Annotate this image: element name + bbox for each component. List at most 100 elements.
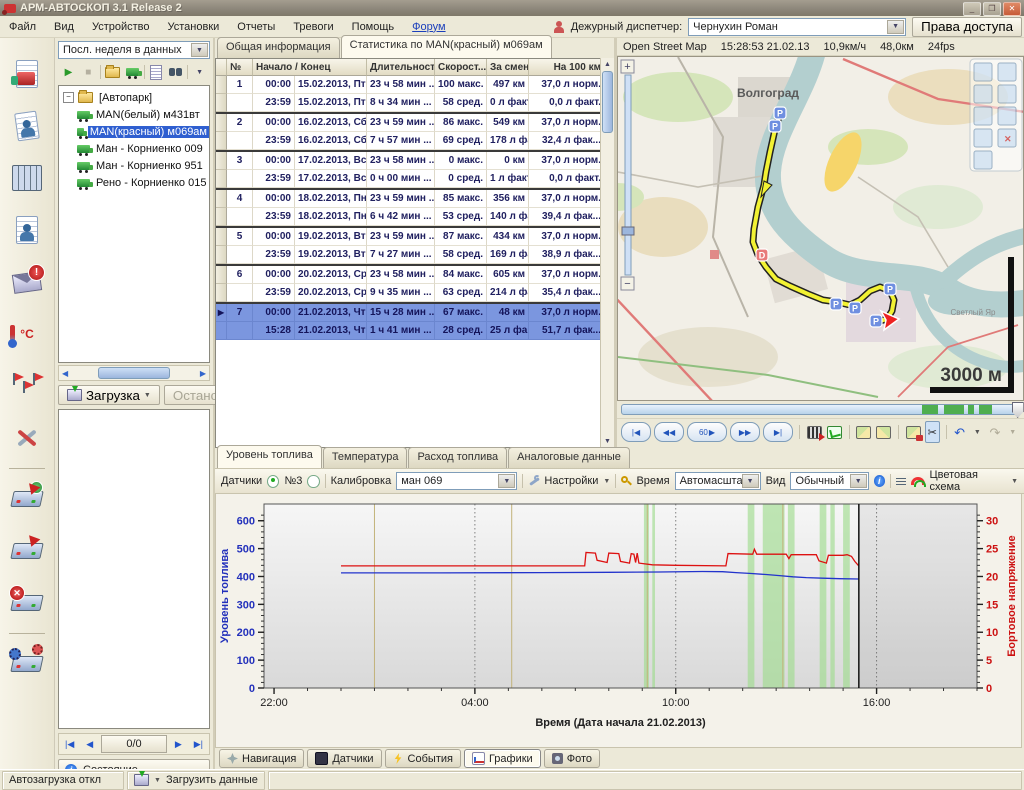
load-data-button[interactable]: ▼ Загрузить данные bbox=[127, 771, 265, 790]
tree-horizontal-scrollbar[interactable]: ◀ ▶ bbox=[58, 365, 210, 381]
menu-item-0[interactable]: Файл bbox=[0, 18, 45, 36]
column-header-3[interactable]: Скорост... bbox=[435, 59, 487, 76]
sensor-other-radio[interactable] bbox=[307, 475, 319, 488]
table-row[interactable]: 23:5920.02.2013, Ср9 ч 35 мин ...63 сред… bbox=[216, 284, 613, 302]
calibration-select[interactable]: ман 069 ▼ bbox=[396, 472, 517, 490]
parking-marker[interactable]: P bbox=[769, 120, 781, 132]
vehicle-report-icon[interactable] bbox=[7, 54, 47, 94]
map-canvas[interactable]: Волгоград Светлый Яр PPDPPPP 3000 м + − bbox=[617, 56, 1024, 401]
legend-icon[interactable] bbox=[896, 476, 906, 487]
vehicle-icon[interactable] bbox=[124, 63, 141, 81]
graph-tab-1[interactable]: Температура bbox=[323, 447, 408, 468]
load-button[interactable]: Загрузка ▼ bbox=[58, 385, 160, 405]
detail-tab-events[interactable]: События bbox=[385, 749, 461, 768]
waypoints-icon[interactable] bbox=[7, 366, 47, 406]
detail-tab-photo[interactable]: Фото bbox=[544, 749, 600, 768]
temperature-icon[interactable]: °C bbox=[7, 314, 47, 354]
device-settings-icon[interactable] bbox=[7, 644, 47, 684]
table-row[interactable]: 23:5918.02.2013, Пн6 ч 42 мин ...53 сред… bbox=[216, 208, 613, 226]
graph-tab-2[interactable]: Расход топлива bbox=[408, 447, 507, 468]
access-rights-button[interactable]: Права доступа bbox=[912, 17, 1022, 37]
track-first-button[interactable]: |◀ bbox=[621, 422, 651, 442]
next-page-icon[interactable]: ▶ bbox=[169, 739, 188, 750]
table-row[interactable]: 23:5919.02.2013, Вт7 ч 27 мин ...58 сред… bbox=[216, 246, 613, 264]
minimize-button[interactable]: _ bbox=[963, 2, 981, 16]
undo-menu-icon[interactable]: ▼ bbox=[970, 421, 985, 443]
cut-track-icon[interactable]: ✂ bbox=[925, 421, 940, 443]
table-row[interactable]: 200:0016.02.2013, Сб23 ч 59 мин ...86 ма… bbox=[216, 114, 613, 132]
alarm-messages-icon[interactable]: ! bbox=[7, 262, 47, 302]
play-icon[interactable]: ▶ bbox=[60, 63, 77, 81]
map-tool-palette[interactable]: ✕ bbox=[970, 59, 1022, 171]
menu-item-6[interactable]: Помощь bbox=[343, 18, 404, 36]
scroll-right-icon[interactable]: ▶ bbox=[197, 369, 209, 378]
settings-button[interactable]: Настройки bbox=[544, 475, 598, 487]
menu-item-3[interactable]: Установки bbox=[159, 18, 229, 36]
column-header-4[interactable]: За смену bbox=[487, 59, 529, 76]
download-device-icon[interactable] bbox=[7, 531, 47, 571]
collapse-icon[interactable]: − bbox=[63, 92, 74, 103]
playback-speed-button[interactable]: 60▶ bbox=[687, 422, 727, 442]
detail-tab-sensors[interactable]: Датчики bbox=[307, 749, 381, 768]
menu-item-2[interactable]: Устройство bbox=[83, 18, 159, 36]
table-row[interactable]: 15:2821.02.2013, Чт1 ч 41 мин ...28 сред… bbox=[216, 322, 613, 340]
table-row[interactable]: 100:0015.02.2013, Пт23 ч 58 мин ...100 м… bbox=[216, 76, 613, 94]
tree-root[interactable]: −[Автопарк] bbox=[63, 89, 209, 106]
save-map-icon[interactable] bbox=[905, 421, 922, 443]
zoom-icon[interactable] bbox=[621, 476, 631, 487]
tree-item-3[interactable]: Ман - Корниенко 951 bbox=[77, 157, 209, 174]
open-folder-icon[interactable] bbox=[104, 63, 121, 81]
last-page-icon[interactable]: ▶| bbox=[188, 739, 209, 750]
menu-item-1[interactable]: Вид bbox=[45, 18, 83, 36]
fuel-level-chart[interactable]: 22:0004:0010:0016:0001002003004005006000… bbox=[215, 494, 1022, 748]
zoom-out-icon[interactable]: − bbox=[624, 278, 630, 290]
undo-icon[interactable]: ↶ bbox=[952, 421, 967, 443]
tools-icon[interactable] bbox=[7, 418, 47, 458]
scroll-left-icon[interactable]: ◀ bbox=[59, 369, 71, 378]
show-route-icon[interactable] bbox=[826, 421, 843, 443]
restore-button[interactable]: ❐ bbox=[983, 2, 1001, 16]
parking-marker[interactable]: P bbox=[830, 298, 842, 310]
close-button[interactable]: ✕ bbox=[1003, 2, 1021, 16]
parking-marker[interactable]: P bbox=[849, 302, 861, 314]
table-row[interactable]: 23:5916.02.2013, Сб7 ч 57 мин ...69 сред… bbox=[216, 132, 613, 150]
disconnect-device-icon[interactable]: ✕ bbox=[7, 583, 47, 623]
stop-icon[interactable]: ■ bbox=[80, 63, 97, 81]
map-layer-icon[interactable] bbox=[855, 421, 872, 443]
timeline-handle[interactable] bbox=[1012, 402, 1024, 418]
parking-marker[interactable]: P bbox=[774, 107, 786, 119]
table-row[interactable]: 600:0020.02.2013, Ср23 ч 58 мин ...84 ма… bbox=[216, 266, 613, 284]
map-layer-alt-icon[interactable] bbox=[875, 421, 892, 443]
statistics-tab-0[interactable]: Общая информация bbox=[217, 37, 340, 58]
track-timeline[interactable] bbox=[617, 401, 1024, 418]
zoom-slider-thumb[interactable] bbox=[622, 227, 634, 235]
table-row[interactable]: 400:0018.02.2013, Пн23 ч 59 мин ...85 ма… bbox=[216, 190, 613, 208]
more-icon[interactable]: ▼ bbox=[191, 63, 208, 81]
table-row[interactable]: 300:0017.02.2013, Вс23 ч 58 мин ...0 мак… bbox=[216, 152, 613, 170]
redo-menu-icon[interactable]: ▼ bbox=[1005, 421, 1020, 443]
download-internet-icon[interactable] bbox=[7, 479, 47, 519]
tree-item-2[interactable]: Ман - Корниенко 009 bbox=[77, 140, 209, 157]
column-header-0[interactable]: № bbox=[227, 59, 253, 76]
fuel-marker[interactable]: D bbox=[756, 249, 768, 261]
statistics-tab-1[interactable]: Статистика по MAN(красный) м069ам bbox=[341, 35, 552, 58]
track-rewind-button[interactable]: ◀◀ bbox=[654, 422, 684, 442]
tree-item-1[interactable]: MAN(красный) м069ам bbox=[77, 123, 209, 140]
table-row[interactable]: 500:0019.02.2013, Вт23 ч 59 мин ...87 ма… bbox=[216, 228, 613, 246]
first-page-icon[interactable]: |◀ bbox=[59, 739, 80, 750]
info-icon[interactable]: i bbox=[874, 475, 885, 487]
delete-marker-icon[interactable]: ✕ bbox=[1004, 134, 1012, 144]
column-header-2[interactable]: Длительность bbox=[367, 59, 435, 76]
table-row[interactable]: ▶700:0021.02.2013, Чт15 ч 28 мин ...67 м… bbox=[216, 304, 613, 322]
detail-tab-navigation[interactable]: Навигация bbox=[219, 749, 304, 768]
track-last-button[interactable]: ▶| bbox=[763, 422, 793, 442]
table-row[interactable]: 23:5915.02.2013, Пт8 ч 34 мин ...58 сред… bbox=[216, 94, 613, 112]
menu-item-4[interactable]: Отчеты bbox=[228, 18, 284, 36]
graph-tab-3[interactable]: Аналоговые данные bbox=[508, 447, 630, 468]
view-select[interactable]: Обычный ▼ bbox=[790, 472, 868, 490]
tree-item-4[interactable]: Рено - Корниенко 015 bbox=[77, 174, 209, 191]
track-forward-button[interactable]: ▶▶ bbox=[730, 422, 760, 442]
dispatcher-select[interactable]: Чернухин Роман ▼ bbox=[688, 18, 906, 36]
menu-item-forum[interactable]: Форум bbox=[403, 18, 454, 36]
column-header-5[interactable]: На 100 км bbox=[529, 59, 605, 76]
